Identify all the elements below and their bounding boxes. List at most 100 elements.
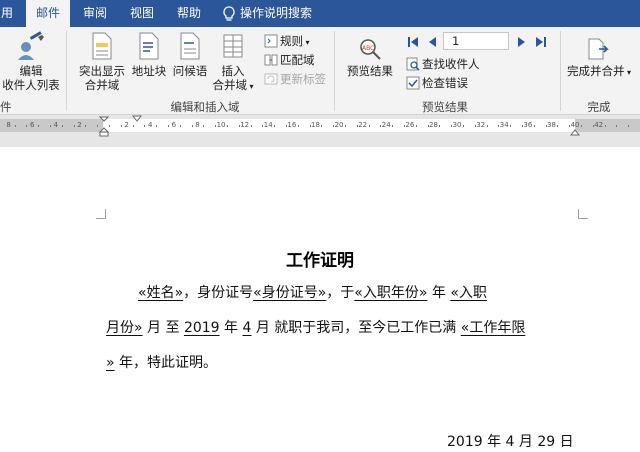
ruler-tick-label: 2 (77, 121, 82, 129)
right-indent-icon[interactable] (570, 128, 580, 136)
check-errors-button[interactable]: 检查错误 (406, 74, 468, 92)
ruler-tick (215, 125, 217, 127)
insert-merge-field-button[interactable]: 插入 合并域 ▾ (212, 31, 254, 94)
separator (334, 31, 335, 111)
ruler-tick (156, 125, 158, 127)
match-fields-icon (264, 54, 278, 66)
rules-label: 规则 (280, 34, 303, 48)
doc-text: ，身份证号 (183, 285, 254, 301)
ruler-tick (286, 125, 287, 127)
tab-mailings[interactable]: 邮件 (26, 0, 70, 27)
ruler-tick (309, 125, 311, 127)
first-record-icon[interactable] (406, 35, 420, 49)
greeting-line-button[interactable]: 问候语 (170, 31, 210, 78)
ruler-tick (439, 125, 441, 127)
merge-field-id-number: «身份证号» (253, 285, 327, 301)
last-record-icon[interactable] (534, 35, 548, 49)
find-recipient-label: 查找收件人 (422, 57, 480, 71)
dropdown-arrow-icon: ▾ (246, 82, 254, 91)
preview-results-button[interactable]: ABC 预览结果 (344, 37, 396, 78)
ruler-tick (415, 125, 417, 127)
ruler-tick (227, 125, 228, 127)
ruler-tick (203, 125, 205, 127)
ruler-tick (628, 125, 630, 127)
update-labels-icon (264, 73, 278, 85)
match-fields-button[interactable]: 匹配域 (264, 51, 315, 69)
ruler-tick (616, 125, 618, 127)
ruler-tick (321, 125, 323, 127)
tab-help[interactable]: 帮助 (171, 0, 207, 27)
group-label-finish: 完成 (587, 100, 611, 114)
find-recipient-button[interactable]: 查找收件人 (406, 55, 480, 73)
ruler-tick-label: 2 (124, 121, 129, 129)
ruler-tick (557, 125, 559, 127)
tab-view[interactable]: 视图 (124, 0, 160, 27)
merge-field-work-years-start: «工作年限 (460, 320, 526, 336)
ruler-tick (120, 125, 122, 127)
ruler-tick (26, 125, 28, 127)
ruler-tick-label: 30 (452, 121, 462, 129)
record-number-input[interactable]: 1 (443, 32, 509, 50)
check-errors-icon (406, 76, 420, 90)
previous-record-icon[interactable] (426, 35, 440, 49)
ruler-tick-label: 32 (476, 121, 486, 129)
doc-text: 年，特此证明。 (119, 355, 218, 371)
first-line-indent-icon[interactable] (132, 115, 142, 123)
match-fields-label: 匹配域 (280, 53, 315, 67)
edit-recipient-list-button[interactable]: 编辑 收件人列表 (0, 31, 62, 92)
ruler-tick-label: 14 (263, 121, 273, 129)
indent-marker-icon[interactable] (99, 115, 109, 137)
ruler-tick-label: 8 (6, 121, 11, 129)
ruler-tick (109, 125, 110, 127)
doc-line-2: 月份» 月 至 2019 年 4 月 就职于我司，至今已工作已满 «工作年限 (106, 317, 525, 337)
greeting-line-icon (180, 32, 200, 60)
horizontal-ruler[interactable]: 8 6 4 2 2 4 6 8 10 12 14 16 18 20 22 24 26 28 30 32 34 36 38 40… (0, 115, 640, 137)
ruler-tick-label: 16 (287, 121, 297, 129)
merge-field-name: «姓名» (138, 285, 184, 301)
ruler-tick-label: 42 (594, 121, 604, 129)
doc-line-1: «姓名»，身份证号«身份证号»，于«入职年份» 年 «入职 (138, 282, 487, 302)
doc-text: 月 就职于我司，至今已工作已满 (255, 320, 457, 336)
tab-review[interactable]: 审阅 (77, 0, 113, 27)
tab-reference-partial[interactable]: 用 (0, 0, 16, 27)
ruler-tick-label: 36 (523, 121, 533, 129)
ruler-tick (404, 125, 405, 127)
ribbon: 编辑 收件人列表 件 突出显示 合并域 地址块 问候语 插入 合并域 ▾ 规则 … (0, 27, 640, 115)
document-date: 2019 年 4 月 29 日 (447, 434, 574, 450)
group-label-preview: 预览结果 (422, 100, 468, 114)
merge-field-entry-month-start: «入职 (450, 285, 487, 301)
ribbon-tab-bar: 用 邮件 审阅 视图 帮助 操作说明搜索 (0, 0, 640, 27)
ruler-tick (179, 125, 181, 127)
doc-text: 年 (224, 320, 239, 336)
crop-mark-top-right (578, 209, 588, 219)
ruler-tick-label: 20 (334, 121, 344, 129)
highlight-merge-fields-button[interactable]: 突出显示 合并域 (76, 31, 128, 92)
tell-me-search[interactable]: 操作说明搜索 (240, 0, 320, 27)
highlight-line1: 突出显示 (79, 64, 125, 78)
ruler-tick (250, 125, 252, 127)
document-page[interactable]: 工作证明 «姓名»，身份证号«身份证号»，于«入职年份» 年 «入职 月份» 月… (0, 147, 640, 452)
crop-mark-top-left (96, 209, 106, 219)
merge-field-work-years-end: » (106, 355, 115, 371)
ruler-tick (297, 125, 299, 127)
month-value: 4 (242, 320, 252, 336)
finish-and-merge-button[interactable]: 完成并合并 ▾ (566, 37, 632, 80)
edit-recipients-line2: 收件人列表 (2, 78, 60, 92)
insert-merge-line2: 合并域 (212, 78, 247, 92)
ruler-tick-label: 6 (171, 121, 177, 129)
preview-magnifier-icon: ABC (360, 39, 381, 60)
ruler-tick (427, 125, 429, 127)
ruler-tick-label: 26 (405, 121, 415, 129)
next-record-icon[interactable] (514, 35, 528, 49)
highlight-line2: 合并域 (84, 78, 120, 92)
group-label-partial: 件 (0, 100, 12, 114)
address-block-button[interactable]: 地址块 (130, 31, 168, 78)
ruler-tick (168, 125, 169, 127)
ruler-tick (510, 125, 512, 127)
update-labels-button[interactable]: 更新标签 (264, 70, 326, 88)
svg-text:ABC: ABC (362, 45, 374, 52)
find-recipient-icon (406, 57, 420, 71)
ruler-tick (581, 125, 582, 127)
preview-results-label: 预览结果 (347, 64, 393, 78)
rules-button[interactable]: 规则 ▾ (264, 32, 310, 50)
